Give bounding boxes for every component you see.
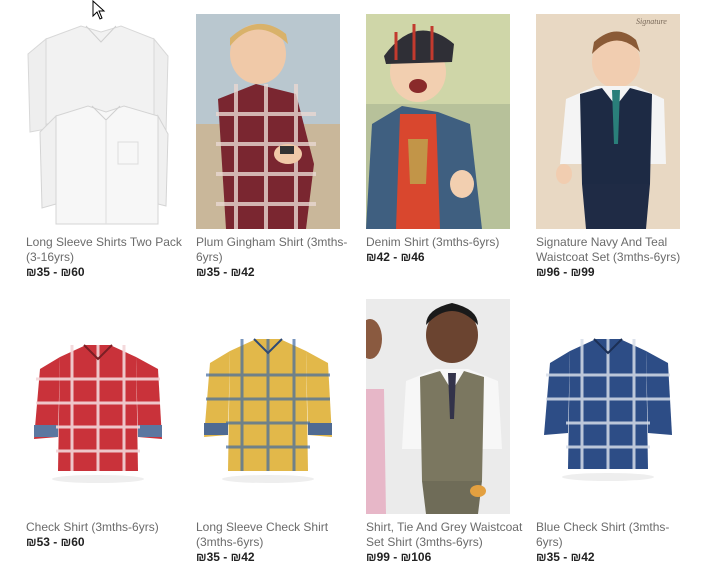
product-card[interactable]: Shirt, Tie And Grey Waistcoat Set Shirt … xyxy=(366,299,526,564)
product-price: ₪53 - ₪60 xyxy=(26,535,85,549)
product-title[interactable]: Blue Check Shirt (3mths-6yrs) xyxy=(536,520,696,550)
product-image-grey-waistcoat-boy[interactable] xyxy=(366,299,510,514)
product-card[interactable]: Check Shirt (3mths-6yrs) ₪53 - ₪60 xyxy=(26,299,186,549)
product-price: ₪96 - ₪99 xyxy=(536,265,595,279)
white-shirts-image xyxy=(26,14,170,229)
product-card[interactable]: Long Sleeve Check Shirt (3mths-6yrs) ₪35… xyxy=(196,299,356,564)
product-image-red-check-shirt[interactable] xyxy=(26,299,170,514)
product-image-yellow-check-shirt[interactable] xyxy=(196,299,340,514)
product-price: ₪35 - ₪42 xyxy=(196,265,255,279)
product-price: ₪99 - ₪106 xyxy=(366,550,432,564)
product-title[interactable]: Long Sleeve Check Shirt (3mths-6yrs) xyxy=(196,520,356,550)
blue-check-shirt-image xyxy=(536,299,680,514)
product-image-white-shirts[interactable] xyxy=(26,14,170,229)
product-price: ₪42 - ₪46 xyxy=(366,250,425,264)
product-title[interactable]: Signature Navy And Teal Waistcoat Set (3… xyxy=(536,235,696,265)
product-card[interactable]: Blue Check Shirt (3mths-6yrs) ₪35 - ₪42 xyxy=(536,299,696,564)
product-price: ₪35 - ₪60 xyxy=(26,265,85,279)
gingham-boy-image xyxy=(196,14,340,229)
product-image-gingham-boy[interactable] xyxy=(196,14,340,229)
product-card[interactable]: Signature Signature Navy And Teal Waistc… xyxy=(536,14,696,279)
mouse-cursor-icon xyxy=(92,0,106,20)
product-title[interactable]: Denim Shirt (3mths-6yrs) xyxy=(366,235,526,250)
red-check-shirt-image xyxy=(26,299,170,514)
product-title[interactable]: Shirt, Tie And Grey Waistcoat Set Shirt … xyxy=(366,520,526,550)
product-grid: Long Sleeve Shirts Two Pack (3-16yrs) ₪3… xyxy=(0,0,712,586)
product-card[interactable]: Denim Shirt (3mths-6yrs) ₪42 - ₪46 xyxy=(366,14,526,264)
waistcoat-boy-image: Signature xyxy=(536,14,680,229)
product-card[interactable]: Long Sleeve Shirts Two Pack (3-16yrs) ₪3… xyxy=(26,14,186,279)
product-price: ₪35 - ₪42 xyxy=(536,550,595,564)
svg-text:Signature: Signature xyxy=(636,17,667,26)
product-image-blue-check-shirt[interactable] xyxy=(536,299,680,514)
grey-waistcoat-boy-image xyxy=(366,299,510,514)
yellow-check-shirt-image xyxy=(196,299,340,514)
product-title[interactable]: Plum Gingham Shirt (3mths-6yrs) xyxy=(196,235,356,265)
product-price: ₪35 - ₪42 xyxy=(196,550,255,564)
product-card[interactable]: Plum Gingham Shirt (3mths-6yrs) ₪35 - ₪4… xyxy=(196,14,356,279)
denim-boy-image xyxy=(366,14,510,229)
product-image-denim-boy[interactable] xyxy=(366,14,510,229)
product-image-waistcoat-boy[interactable]: Signature xyxy=(536,14,680,229)
product-title[interactable]: Long Sleeve Shirts Two Pack (3-16yrs) xyxy=(26,235,186,265)
product-title[interactable]: Check Shirt (3mths-6yrs) xyxy=(26,520,186,535)
